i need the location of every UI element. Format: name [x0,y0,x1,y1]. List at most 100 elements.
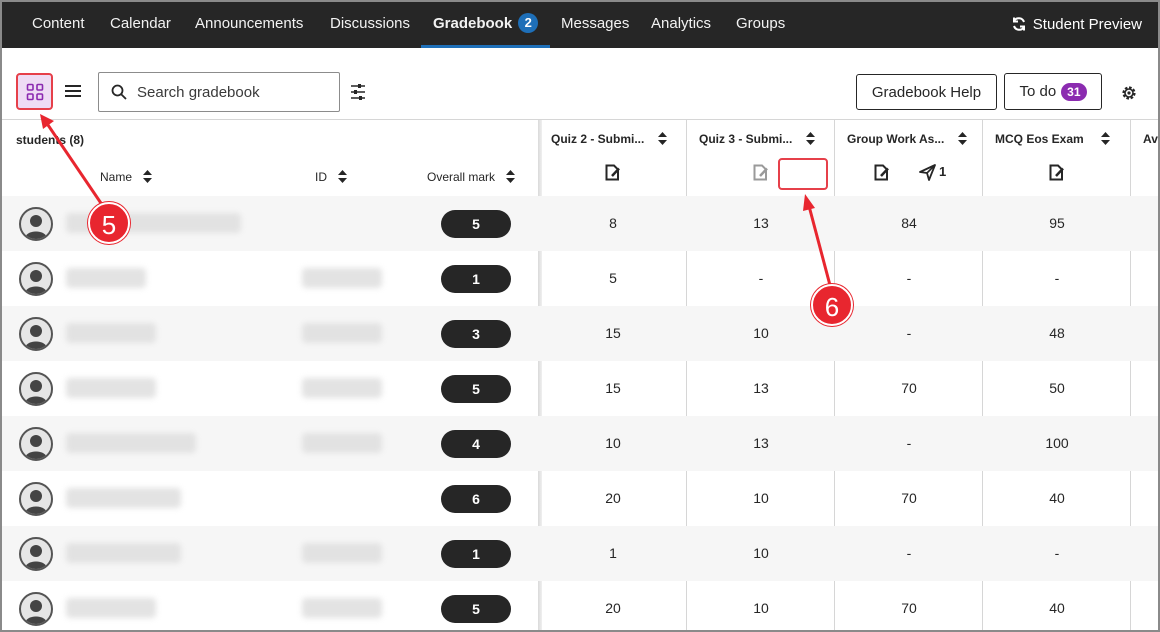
grade-cell[interactable]: 20 [583,600,643,616]
avatar[interactable] [19,317,53,351]
grade-cell[interactable]: 10 [731,325,791,341]
avatar[interactable] [19,262,53,296]
overall-mark-pill[interactable]: 1 [441,265,511,293]
overall-mark-pill[interactable]: 3 [441,320,511,348]
avatar[interactable] [19,427,53,461]
student-preview-button[interactable]: Student Preview [1011,2,1142,48]
grade-cell[interactable]: 10 [731,600,791,616]
grade-cell[interactable]: 10 [583,435,643,451]
student-name-redacted[interactable] [66,323,156,343]
grade-column-header-quiz2[interactable]: Quiz 2 - Submi... [551,132,667,146]
sort-icon [338,170,348,183]
table-top-border [2,119,1158,120]
tab-gradebook-label: Gradebook [433,15,513,32]
grade-column-header-average[interactable]: Ave [1143,132,1158,146]
settings-button[interactable] [1117,81,1141,105]
tab-calendar[interactable]: Calendar [110,2,171,48]
list-view-button[interactable] [60,78,86,104]
grade-cell[interactable]: 13 [731,215,791,231]
grid-view-button[interactable] [16,73,53,110]
id-column-header[interactable]: ID [315,170,348,184]
grade-cell[interactable]: 15 [583,325,643,341]
overall-mark-pill[interactable]: 5 [441,210,511,238]
table-row: 5 8 13 84 95 [2,196,1158,251]
avatar[interactable] [19,537,53,571]
name-column-header[interactable]: Name [100,170,153,184]
grade-cell[interactable]: - [879,325,939,341]
grade-cell[interactable]: - [1027,545,1087,561]
avatar[interactable] [19,372,53,406]
overall-mark-column-header[interactable]: Overall mark [427,170,516,184]
tab-content[interactable]: Content [32,2,85,48]
student-name-redacted[interactable] [66,488,181,508]
highlight-box [778,158,828,190]
avatar[interactable] [19,207,53,241]
grade-cell[interactable]: 48 [1027,325,1087,341]
grade-column-header-mcq-exam[interactable]: MCQ Eos Exam [995,132,1111,146]
student-name-redacted[interactable] [66,543,181,563]
student-name-redacted[interactable] [66,598,156,618]
grade-cell[interactable]: 70 [879,380,939,396]
student-name-redacted[interactable] [66,268,146,288]
todo-button[interactable]: To do 31 [1004,73,1102,110]
sliders-icon [351,84,365,100]
grade-cell[interactable]: 70 [879,490,939,506]
grade-cell[interactable]: - [879,545,939,561]
overall-mark-pill[interactable]: 6 [441,485,511,513]
grade-cell[interactable]: 100 [1027,435,1087,451]
grade-cell[interactable]: 84 [879,215,939,231]
tab-groups[interactable]: Groups [736,2,785,48]
tab-gradebook[interactable]: Gradebook 2 [421,2,551,48]
assignment-icon [1049,164,1064,181]
grade-cell[interactable]: - [1027,270,1087,286]
grade-column-header-quiz3[interactable]: Quiz 3 - Submi... [699,132,815,146]
send-icon [919,164,936,181]
grade-column-title: Quiz 3 - Submi... [699,132,793,146]
student-name-redacted[interactable] [66,378,156,398]
grade-cell[interactable]: 10 [731,490,791,506]
avatar[interactable] [19,482,53,516]
grade-cell[interactable]: - [731,270,791,286]
overall-mark-pill[interactable]: 1 [441,540,511,568]
grade-column-header-group-work[interactable]: Group Work As... [847,132,967,146]
tab-discussions[interactable]: Discussions [330,2,410,48]
sort-icon [1101,132,1111,145]
grade-cell[interactable]: - [879,270,939,286]
gradebook-help-button[interactable]: Gradebook Help [856,74,997,110]
grade-cell[interactable]: - [879,435,939,451]
grade-cell[interactable]: 15 [583,380,643,396]
grade-cell[interactable]: 40 [1027,600,1087,616]
todo-count-badge: 31 [1061,82,1087,101]
table-row: 1 1 10 - - [2,526,1158,581]
tab-analytics[interactable]: Analytics [651,2,711,48]
search-box[interactable] [98,72,340,112]
overall-mark-pill[interactable]: 5 [441,595,511,623]
overall-mark-pill[interactable]: 5 [441,375,511,403]
grade-cell[interactable]: 95 [1027,215,1087,231]
gear-icon [1122,86,1136,100]
callout-5: 5 [88,202,130,244]
grade-cell[interactable]: 5 [583,270,643,286]
search-input[interactable] [137,83,327,101]
sort-icon [506,170,516,183]
tab-messages[interactable]: Messages [561,2,629,48]
grade-cell[interactable]: 10 [731,545,791,561]
avatar[interactable] [19,592,53,626]
grade-column-title: Group Work As... [847,132,945,146]
grade-cell[interactable]: 50 [1027,380,1087,396]
grade-cell[interactable]: 20 [583,490,643,506]
grade-cell[interactable]: 70 [879,600,939,616]
student-name-redacted[interactable] [66,433,196,453]
overall-mark-pill[interactable]: 4 [441,430,511,458]
student-id-redacted [302,268,382,288]
filter-button[interactable] [346,80,370,104]
id-header-label: ID [315,170,327,184]
tab-announcements[interactable]: Announcements [195,2,303,48]
grade-cell[interactable]: 40 [1027,490,1087,506]
table-row: 3 15 10 - 48 [2,306,1158,361]
grade-cell[interactable]: 8 [583,215,643,231]
grade-cell[interactable]: 13 [731,435,791,451]
sort-icon [957,132,967,145]
grade-cell[interactable]: 1 [583,545,643,561]
grade-cell[interactable]: 13 [731,380,791,396]
